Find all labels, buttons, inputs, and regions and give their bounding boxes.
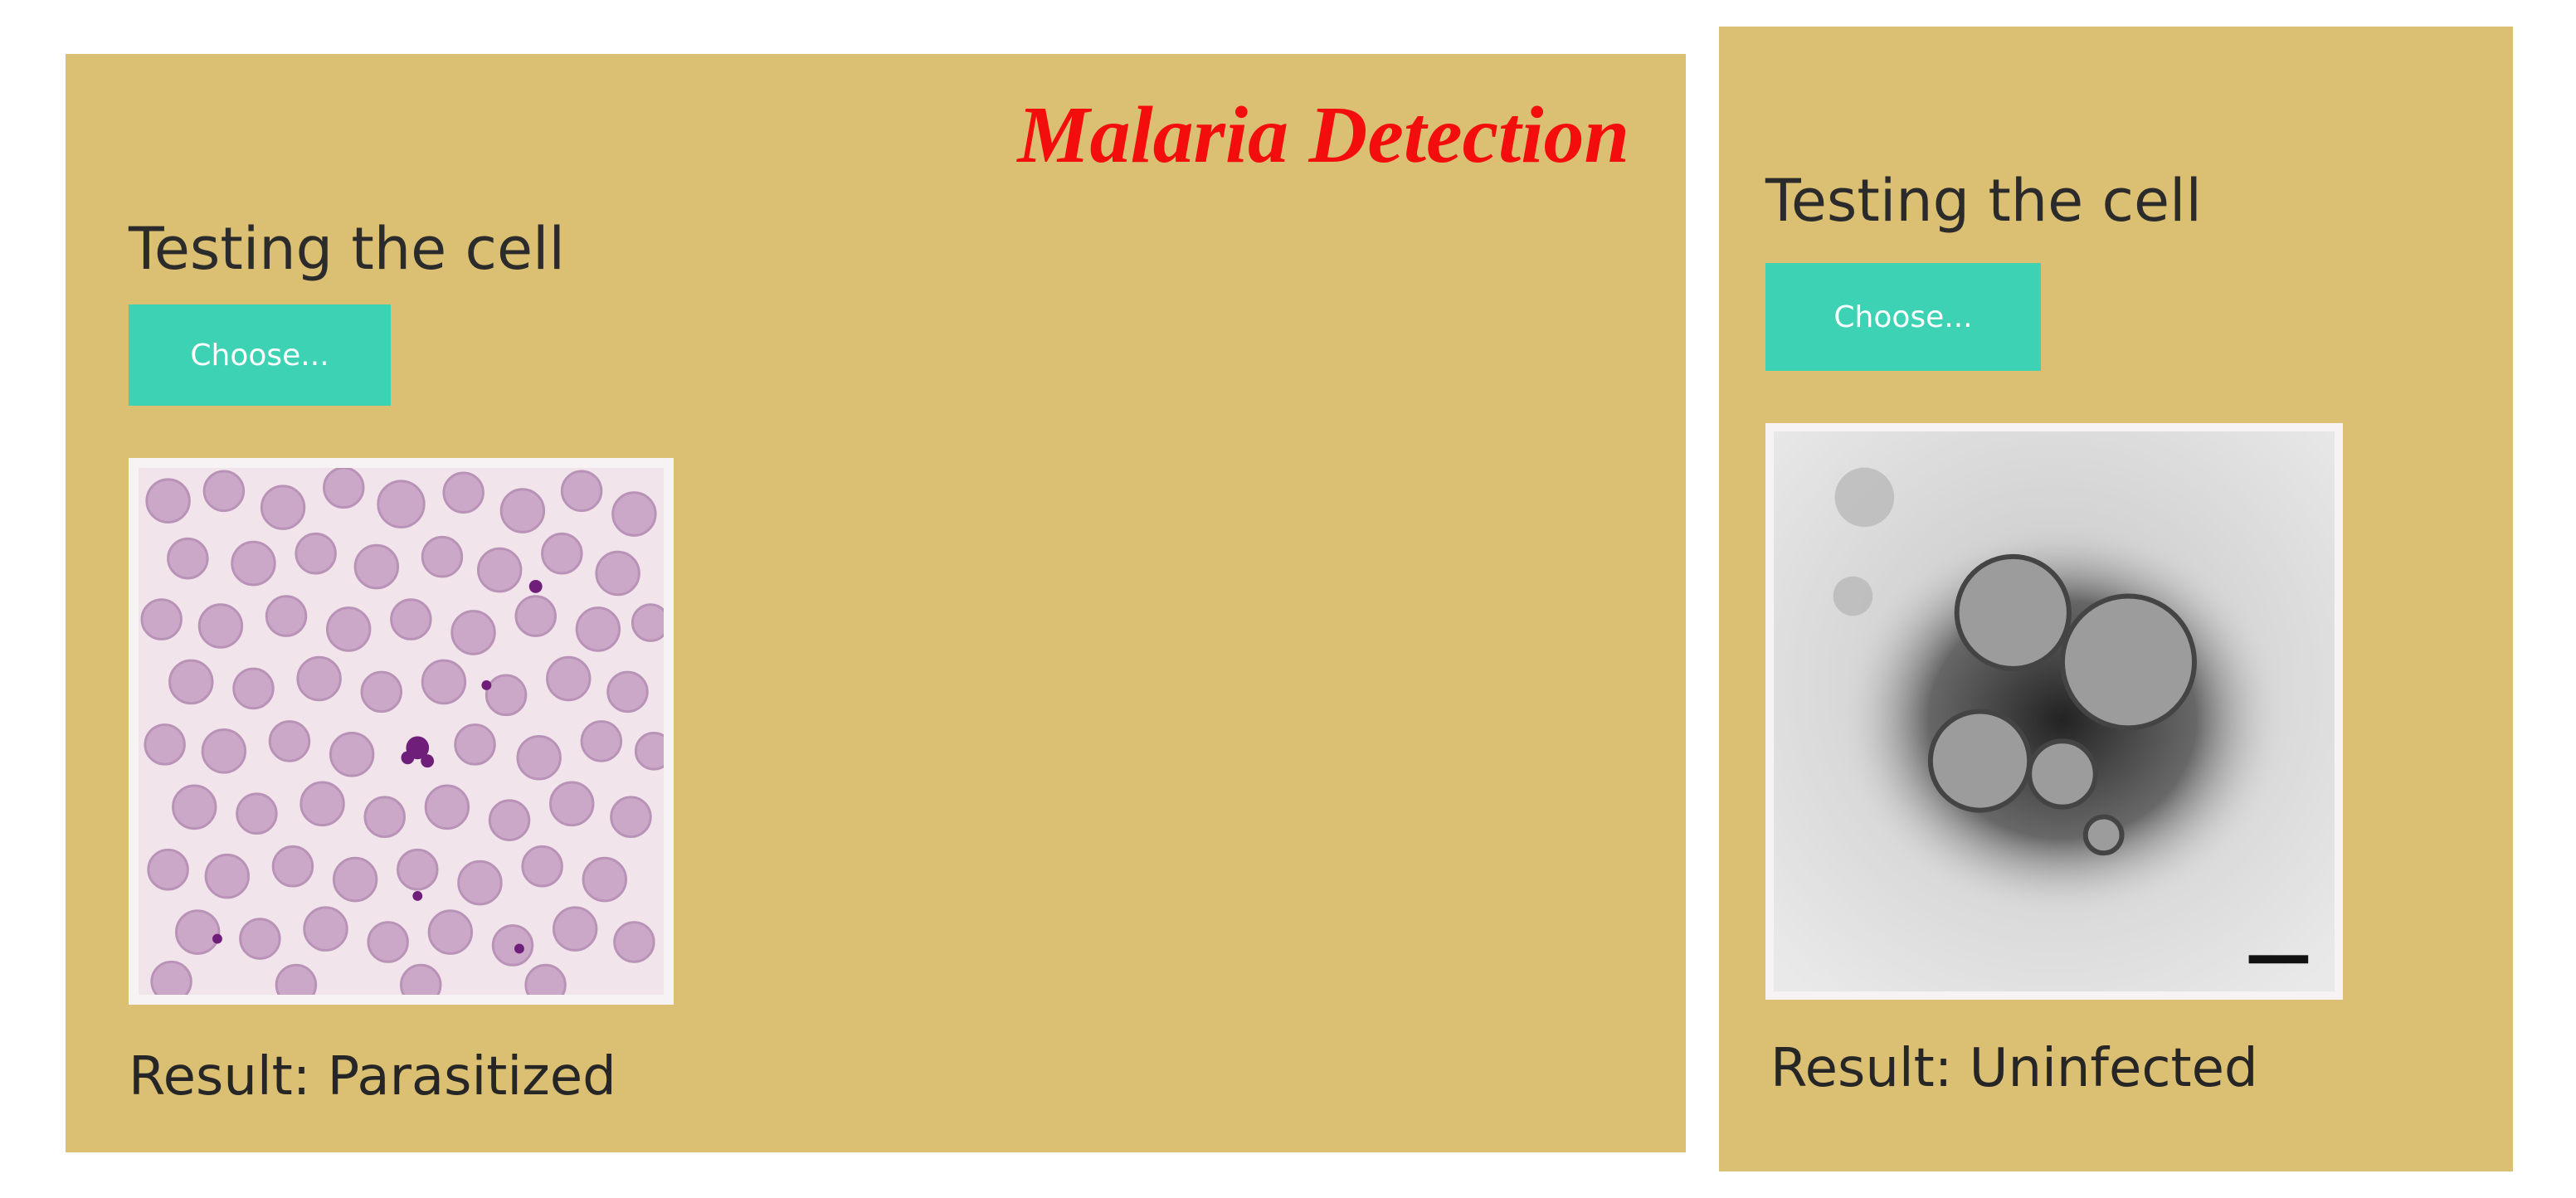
uploaded-cell-image — [1765, 423, 2343, 1000]
malaria-detection-panel-uninfected: Testing the cell Choose... Result: Uninf… — [1719, 27, 2513, 1171]
section-heading: Testing the cell — [1765, 167, 2202, 235]
uploaded-cell-image — [129, 458, 674, 1005]
result-text: Result: Parasitized — [129, 1046, 616, 1108]
result-text: Result: Uninfected — [1770, 1038, 2258, 1099]
malaria-detection-panel-parasitized: Malaria Detection Testing the cell Choos… — [66, 54, 1686, 1152]
section-heading: Testing the cell — [129, 215, 565, 283]
app-title: Malaria Detection — [1017, 90, 1629, 180]
blood-smear-image — [139, 468, 664, 995]
choose-file-button[interactable]: Choose... — [129, 304, 391, 406]
virus-micrograph-image — [1774, 431, 2335, 991]
choose-file-button[interactable]: Choose... — [1765, 263, 2041, 371]
